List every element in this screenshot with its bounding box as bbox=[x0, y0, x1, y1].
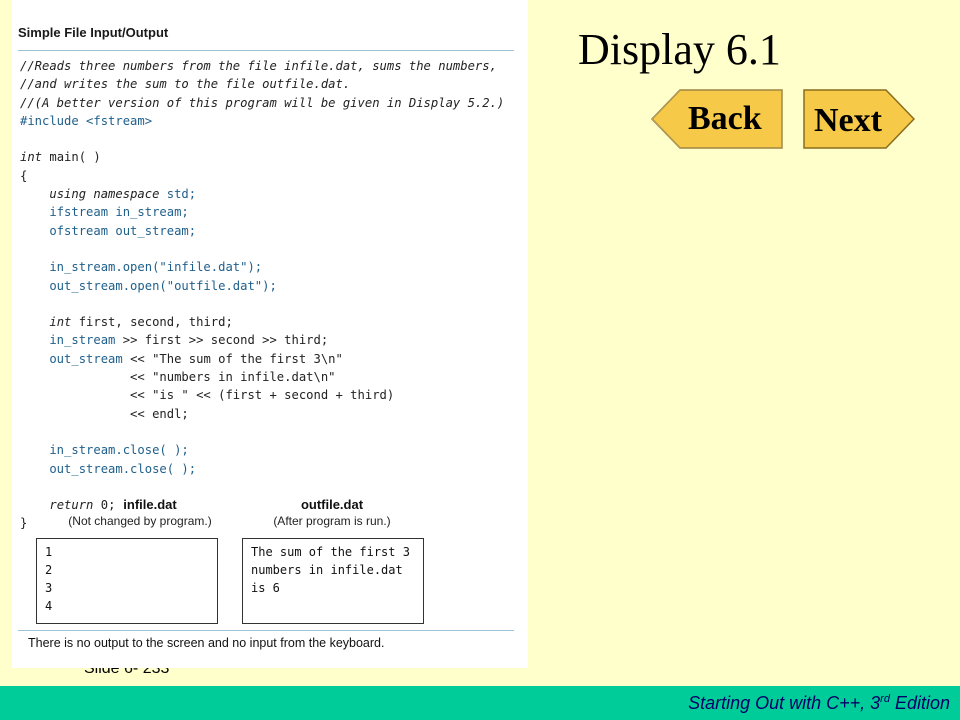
code-line: << endl; bbox=[20, 405, 504, 423]
code-line: int first, second, third; bbox=[20, 313, 504, 331]
code-figure: Simple File Input/Output //Reads three n… bbox=[12, 0, 528, 668]
code-line: in_stream.open("infile.dat"); bbox=[20, 258, 504, 276]
figure-note: There is no output to the screen and no … bbox=[28, 636, 385, 650]
outfile-heading: outfile.dat bbox=[300, 497, 364, 512]
footer-bar: Starting Out with C++, 3rd Edition bbox=[0, 686, 960, 720]
code-line: ifstream in_stream; bbox=[20, 203, 504, 221]
code-token: ifstream in_stream; bbox=[20, 205, 189, 220]
slide-title: Display 6.1 bbox=[578, 25, 781, 74]
code-token: //Reads three numbers from the file infi… bbox=[20, 59, 497, 73]
code-token: in_stream.close( ); bbox=[20, 443, 189, 458]
code-token: << "is " << (first + second + third) bbox=[20, 388, 395, 403]
outfile-subheading: (After program is run.) bbox=[273, 514, 391, 528]
infile-line: 2 bbox=[45, 563, 53, 577]
code-token: out_stream bbox=[20, 351, 123, 366]
infile-line: 4 bbox=[45, 599, 53, 613]
code-line: in_stream >> first >> second >> third; bbox=[20, 331, 504, 349]
figure-rule-top bbox=[18, 50, 514, 51]
footer-book-title: Starting Out with C++, 3rd Edition bbox=[688, 693, 950, 714]
code-token: in_stream bbox=[20, 333, 116, 348]
code-token: int bbox=[49, 315, 72, 330]
footer-book-name: Starting Out with C++, 3 bbox=[688, 693, 881, 713]
code-line: #include <fstream> bbox=[20, 112, 504, 130]
code-listing: //Reads three numbers from the file infi… bbox=[20, 57, 504, 533]
infile-heading: infile.dat bbox=[123, 497, 177, 512]
code-token: out_stream.open("outfile.dat"); bbox=[20, 278, 277, 293]
code-token: first, second, third; bbox=[71, 315, 233, 330]
code-line: //and writes the sum to the file outfile… bbox=[20, 75, 504, 93]
code-token: out_stream.close( ); bbox=[20, 461, 197, 476]
back-button[interactable]: Back bbox=[650, 88, 784, 150]
code-token: << "The sum of the first 3\n" bbox=[122, 351, 343, 366]
code-token: << endl; bbox=[20, 406, 189, 421]
code-line: using namespace std; bbox=[20, 185, 504, 203]
code-token: main( ) bbox=[42, 150, 101, 165]
outfile-box: The sum of the first 3 numbers in infile.… bbox=[242, 538, 424, 624]
code-line: //Reads three numbers from the file infi… bbox=[20, 57, 504, 75]
outfile-line: The sum of the first 3 bbox=[251, 545, 410, 559]
code-token: >> first >> second >> third; bbox=[115, 333, 329, 348]
outfile-contents: The sum of the first 3 numbers in infile.… bbox=[243, 539, 423, 601]
outfile-line: is 6 bbox=[251, 581, 280, 595]
code-token: std; bbox=[159, 187, 197, 202]
back-label: Back bbox=[688, 100, 762, 137]
footer-edition: Edition bbox=[889, 693, 950, 713]
code-token: #include <fstream> bbox=[20, 113, 153, 128]
infile-contents: 1 2 3 4 bbox=[37, 539, 217, 619]
code-token: ofstream out_stream; bbox=[20, 223, 197, 238]
code-token: << "numbers in infile.dat\n" bbox=[20, 370, 336, 385]
code-line: int main( ) bbox=[20, 148, 504, 166]
code-line: out_stream.close( ); bbox=[20, 460, 504, 478]
infile-box: 1 2 3 4 bbox=[36, 538, 218, 624]
figure-rule-bottom bbox=[18, 630, 514, 631]
next-button[interactable]: Next bbox=[802, 88, 916, 150]
code-line: out_stream << "The sum of the first 3\n" bbox=[20, 350, 504, 368]
code-line: ofstream out_stream; bbox=[20, 222, 504, 240]
next-label: Next bbox=[814, 102, 882, 139]
code-line: << "is " << (first + second + third) bbox=[20, 386, 504, 404]
code-token: } bbox=[20, 516, 28, 531]
code-token: in_stream.open("infile.dat"); bbox=[20, 260, 263, 275]
figure-title: Simple File Input/Output bbox=[18, 25, 169, 40]
code-line: //(A better version of this program will… bbox=[20, 94, 504, 112]
code-token: //(A better version of this program will… bbox=[20, 95, 505, 110]
infile-line: 3 bbox=[45, 581, 53, 595]
code-token: //and writes the sum to the file outfile… bbox=[20, 77, 351, 92]
outfile-line: numbers in infile.dat bbox=[251, 563, 403, 577]
code-line: << "numbers in infile.dat\n" bbox=[20, 368, 504, 386]
code-line: { bbox=[20, 167, 504, 185]
code-token: using namespace bbox=[49, 187, 160, 202]
footer-superscript: rd bbox=[880, 693, 890, 705]
infile-subheading: (Not changed by program.) bbox=[68, 514, 212, 528]
code-token: { bbox=[20, 168, 28, 183]
code-line: out_stream.open("outfile.dat"); bbox=[20, 277, 504, 295]
code-line: in_stream.close( ); bbox=[20, 441, 504, 459]
code-token: int bbox=[20, 150, 43, 165]
infile-line: 1 bbox=[45, 545, 53, 559]
